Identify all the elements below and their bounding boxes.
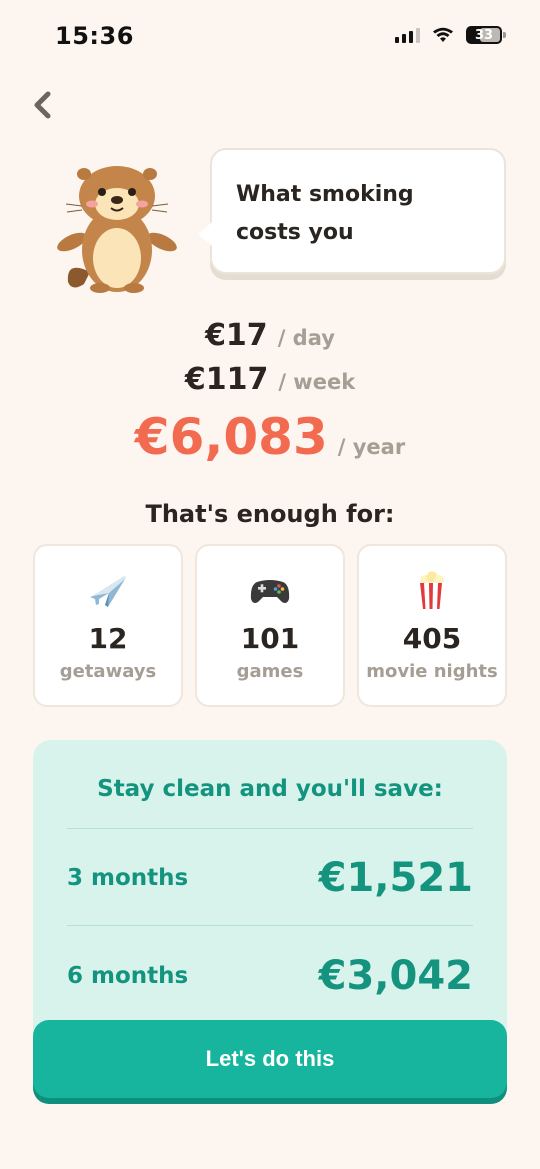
cellular-signal-icon — [395, 27, 420, 43]
cost-week-amount: €117 — [184, 362, 269, 397]
savings-period: 6 months — [67, 963, 189, 989]
movie-nights-value: 405 — [402, 622, 462, 655]
cost-summary: €17 / day €117 / week €6,083 / year — [0, 318, 540, 478]
games-value: 101 — [240, 622, 300, 655]
savings-period: 3 months — [67, 865, 189, 891]
cost-per-week: €117 / week — [0, 362, 540, 408]
enough-for-heading: That's enough for: — [145, 500, 395, 528]
savings-panel: Stay clean and you'll save: 3 months €1,… — [33, 740, 507, 1060]
savings-amount: €3,042 — [318, 953, 473, 999]
wifi-icon — [433, 27, 453, 42]
airplane-icon — [86, 568, 130, 612]
savings-heading: Stay clean and you'll save: — [97, 776, 443, 802]
speech-bubble-text: What smoking costs you — [236, 182, 414, 245]
getaways-label: getaways — [59, 661, 157, 682]
card-games: 101 games — [195, 544, 345, 707]
card-movie-nights: 405 movie nights — [357, 544, 507, 707]
status-time: 15:36 — [55, 22, 134, 50]
cost-per-day: €17 / day — [0, 318, 540, 362]
movie-nights-label: movie nights — [366, 661, 498, 682]
cost-week-period: / week — [278, 370, 356, 394]
back-chevron-icon[interactable] — [28, 88, 58, 122]
status-bar: 15:36 33 — [0, 0, 540, 70]
gamepad-icon — [248, 568, 292, 612]
cost-day-amount: €17 — [205, 318, 268, 353]
savings-row-3-months: 3 months €1,521 — [67, 852, 473, 904]
lets-do-this-button[interactable]: Let's do this — [33, 1020, 507, 1098]
divider — [67, 925, 473, 926]
games-label: games — [236, 661, 304, 682]
divider — [67, 828, 473, 829]
getaways-value: 12 — [88, 622, 128, 655]
cost-year-period: / year — [337, 435, 406, 459]
otter-mascot-icon — [57, 166, 177, 293]
battery-level: 33 — [474, 27, 494, 43]
cost-day-period: / day — [277, 326, 335, 350]
cost-year-amount: €6,083 — [134, 408, 328, 466]
battery-icon: 33 — [466, 26, 506, 44]
speech-bubble: What smoking costs you — [198, 148, 506, 274]
savings-amount: €1,521 — [318, 855, 473, 901]
popcorn-icon — [410, 568, 454, 612]
equivalents-cards: 12 getaways 101 games 405 movie nights — [33, 544, 507, 707]
cost-per-year: €6,083 / year — [0, 408, 540, 478]
status-icons: 33 — [395, 26, 506, 44]
savings-row-6-months: 6 months €3,042 — [67, 950, 473, 1002]
card-getaways: 12 getaways — [33, 544, 183, 707]
